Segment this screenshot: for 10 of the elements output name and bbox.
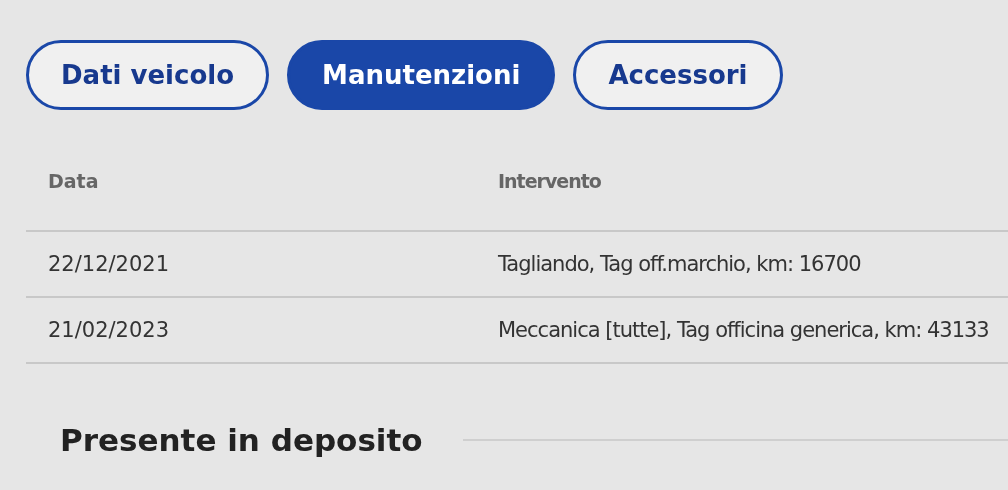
table-cell-text: Tagliando, Tag off.marchio, km: 16700 [498, 252, 862, 276]
section-title: Presente in deposito [60, 422, 423, 458]
table-cell-text: 22/12/2021 [47, 252, 171, 276]
table-cell-text: Meccanica [tutte], Tag officina generica, km: 43133 [498, 318, 990, 342]
tab[interactable]: Manutenzioni [287, 40, 556, 110]
table-cell-text: 21/02/2023 [47, 318, 171, 342]
tab[interactable]: Accessori [573, 40, 783, 110]
column-header: Intervento [498, 170, 602, 192]
column-header: Data [47, 170, 100, 192]
tab[interactable]: Dati veicolo [26, 40, 270, 110]
